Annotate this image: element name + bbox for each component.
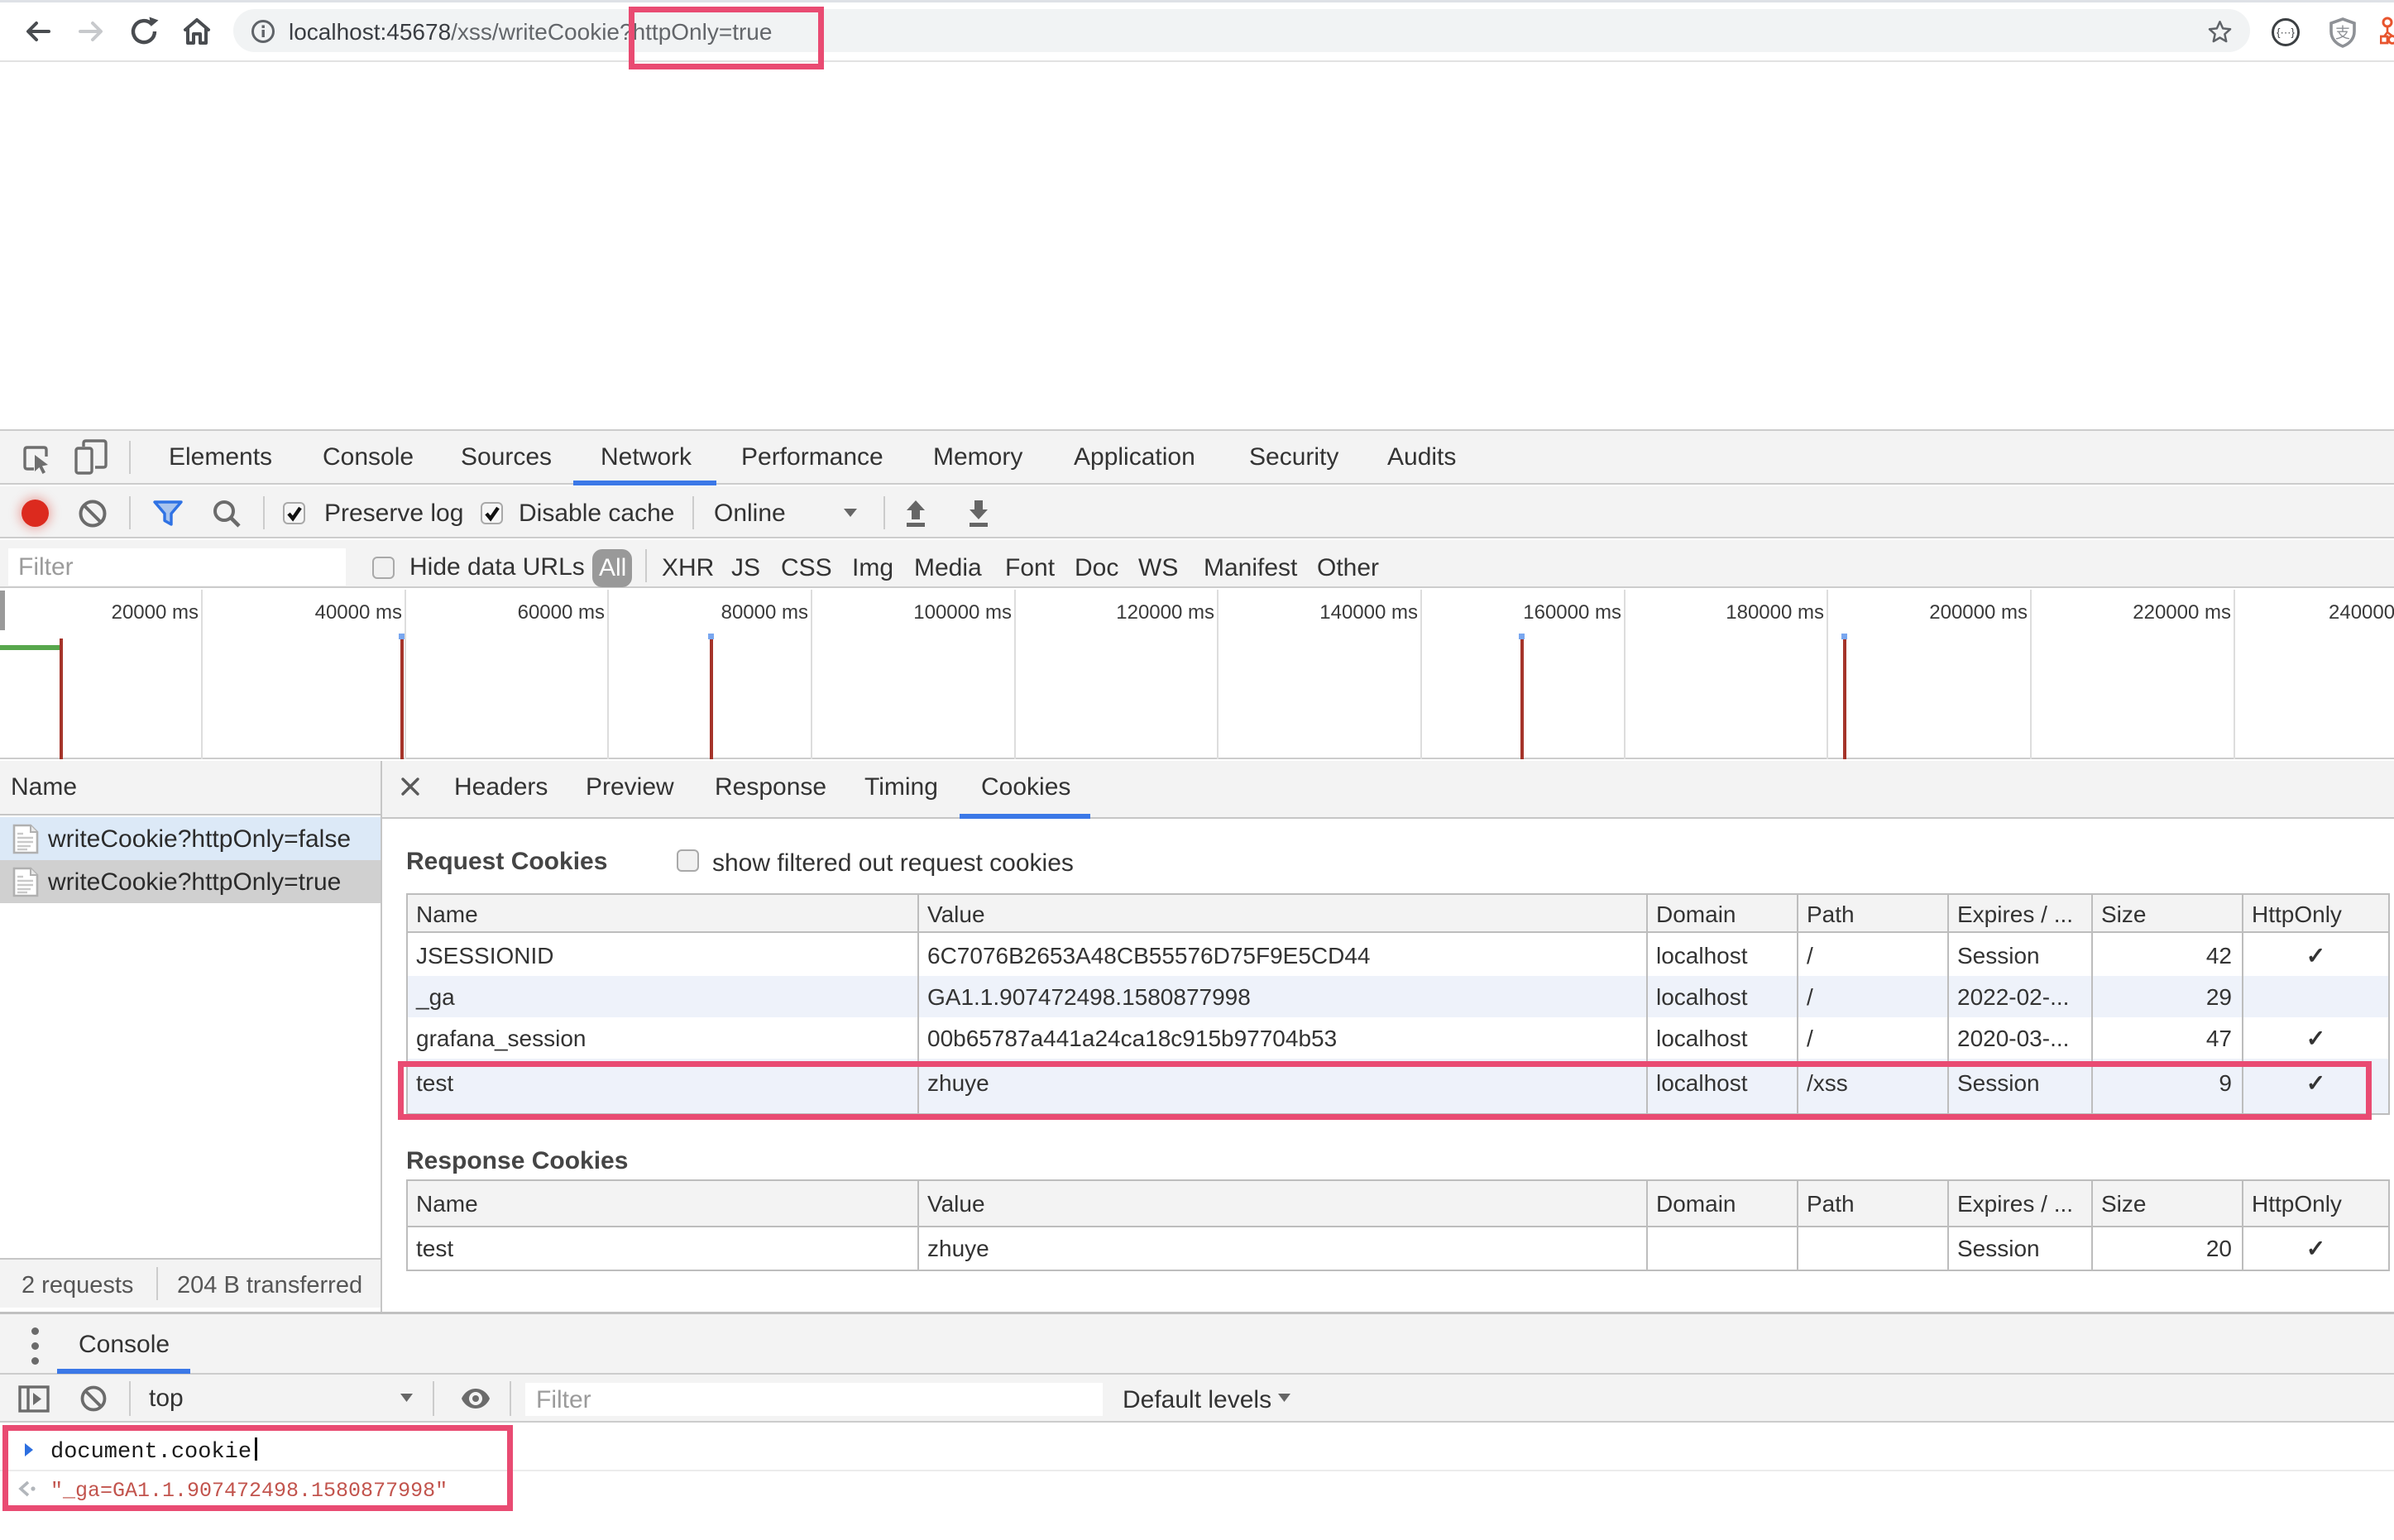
svg-text:{···}: {···} <box>2277 26 2295 39</box>
svg-text:支: 支 <box>2335 25 2350 41</box>
